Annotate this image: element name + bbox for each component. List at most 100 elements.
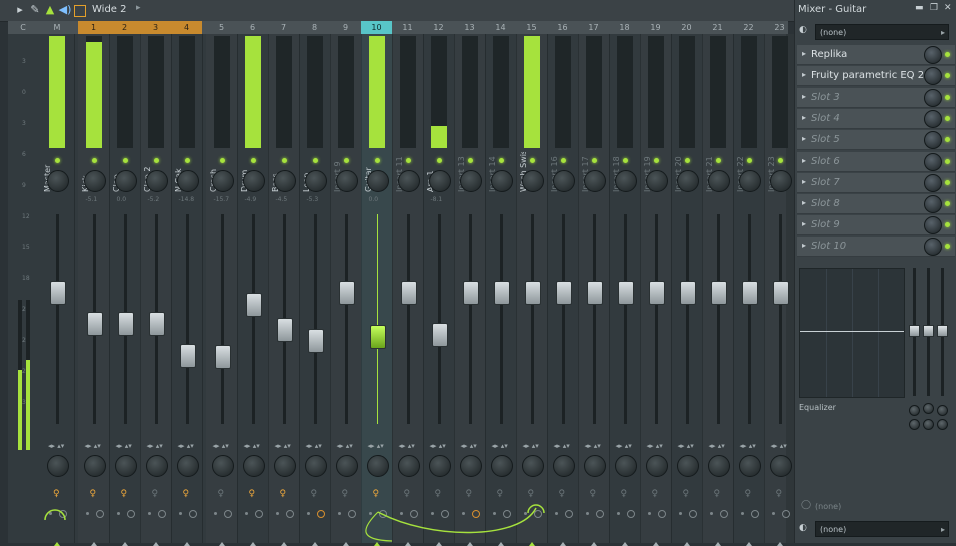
audio-output-select[interactable]: (none) ▸ <box>815 521 949 537</box>
channel-enable-led[interactable] <box>436 158 442 163</box>
mixer-strip-insert-16[interactable]: Insert 16◂▸ ▴▾♀ <box>547 34 579 546</box>
fx-bulb-icon[interactable]: ♀ <box>435 489 442 499</box>
track-number-10[interactable]: 10 <box>361 21 392 34</box>
channel-enable-led[interactable] <box>684 158 690 163</box>
pan-knob[interactable] <box>176 170 199 192</box>
record-ring-icon[interactable] <box>564 510 573 518</box>
fx-bulb-icon[interactable]: ♀ <box>249 489 256 499</box>
stereo-separation-arrows-icon[interactable]: ◂▸ ▴▾ <box>492 442 508 450</box>
channel-enable-led[interactable] <box>153 158 159 163</box>
record-ring-icon[interactable] <box>347 510 356 518</box>
fx-bulb-icon[interactable]: ♀ <box>53 489 60 499</box>
stereo-knob[interactable] <box>707 455 730 477</box>
stereo-separation-arrows-icon[interactable]: ◂▸ ▴▾ <box>178 442 194 450</box>
volume-fader[interactable] <box>431 323 448 348</box>
track-number-23[interactable]: 23 <box>764 21 795 34</box>
minimize-icon[interactable]: ▬ <box>915 3 924 13</box>
stereo-knob[interactable] <box>176 455 199 477</box>
record-ring-icon[interactable] <box>471 510 480 518</box>
slot-enable-led[interactable] <box>945 52 950 57</box>
eq-freq-knob-1[interactable] <box>909 405 920 416</box>
mixer-strip-insert-20[interactable]: Insert 20◂▸ ▴▾♀ <box>671 34 703 546</box>
pan-knob[interactable] <box>47 170 69 192</box>
track-number-21[interactable]: 21 <box>702 21 733 34</box>
pan-knob[interactable] <box>428 170 451 192</box>
pan-knob[interactable] <box>738 170 761 192</box>
record-ring-icon[interactable] <box>254 510 263 518</box>
mixer-strip-arp-1[interactable]: Arp 1-8.1◂▸ ▴▾♀ <box>423 34 455 546</box>
pan-knob[interactable] <box>273 170 296 192</box>
track-number-M[interactable]: M <box>40 21 74 34</box>
stereo-knob[interactable] <box>645 455 668 477</box>
record-ring-icon[interactable] <box>95 510 104 518</box>
volume-fader[interactable] <box>772 281 789 306</box>
track-number-18[interactable]: 18 <box>609 21 640 34</box>
mixer-strip-insert-11[interactable]: Insert 11◂▸ ▴▾♀ <box>392 34 424 546</box>
stereo-separation-arrows-icon[interactable]: ◂▸ ▴▾ <box>368 442 384 450</box>
channel-enable-led[interactable] <box>374 158 380 163</box>
pan-knob[interactable] <box>459 170 482 192</box>
slot-menu-icon[interactable]: ▸ <box>802 156 806 165</box>
record-ring-icon[interactable] <box>750 510 759 518</box>
channel-enable-led[interactable] <box>560 158 566 163</box>
swap-dot-icon[interactable] <box>647 512 651 515</box>
record-ring-icon[interactable] <box>533 510 542 518</box>
slot-enable-led[interactable] <box>945 137 950 143</box>
record-ring-icon[interactable] <box>719 510 728 518</box>
fx-bulb-icon[interactable]: ♀ <box>342 489 349 499</box>
channel-enable-led[interactable] <box>91 158 97 163</box>
effect-slot-7[interactable]: ▸ Slot 7 <box>797 172 955 193</box>
record-ring-icon[interactable] <box>502 510 511 518</box>
stereo-knob[interactable] <box>47 455 69 477</box>
slot-mix-knob[interactable] <box>924 152 942 171</box>
eq-freq-knob-2[interactable] <box>923 403 934 414</box>
volume-fader[interactable] <box>245 293 262 317</box>
stereo-knob[interactable] <box>459 455 482 477</box>
fx-bulb-icon[interactable]: ♀ <box>559 489 566 499</box>
stereo-knob[interactable] <box>583 455 606 477</box>
channel-enable-led[interactable] <box>343 158 349 163</box>
speaker-icon[interactable]: ◀) <box>58 3 72 17</box>
stereo-separation-arrows-icon[interactable]: ◂▸ ▴▾ <box>678 442 694 450</box>
slot-enable-led[interactable] <box>945 73 950 79</box>
layout-dropdown-icon[interactable]: ▸ <box>136 3 141 13</box>
play-menu-icon[interactable]: ▸ <box>13 3 27 17</box>
fx-bulb-icon[interactable]: ♀ <box>90 489 97 499</box>
volume-fader[interactable] <box>179 343 196 368</box>
slot-mix-knob[interactable] <box>924 88 942 107</box>
swap-dot-icon[interactable] <box>461 512 465 515</box>
mixer-strip-bass[interactable]: Bass-4.5◂▸ ▴▾♀ <box>268 34 300 546</box>
track-number-17[interactable]: 17 <box>578 21 609 34</box>
slot-menu-icon[interactable]: ▸ <box>802 241 806 250</box>
track-number-6[interactable]: 6 <box>237 21 268 34</box>
volume-fader[interactable] <box>493 281 510 306</box>
slot-enable-led[interactable] <box>945 243 950 249</box>
track-number-C[interactable]: C <box>8 21 38 34</box>
swap-dot-icon[interactable] <box>337 512 341 515</box>
stereo-separation-arrows-icon[interactable]: ◂▸ ▴▾ <box>771 442 787 450</box>
output-none-label[interactable]: (none) <box>815 502 841 511</box>
stereo-separation-arrows-icon[interactable]: ◂▸ ▴▾ <box>213 442 229 450</box>
track-number-8[interactable]: 8 <box>299 21 330 34</box>
mixer-strip-guitar[interactable]: Guitar0.0◂▸ ▴▾♀ <box>361 34 393 546</box>
slot-mix-knob[interactable] <box>924 67 942 86</box>
effect-slot-1[interactable]: ▸ Replika <box>797 45 955 65</box>
stereo-separation-arrows-icon[interactable]: ◂▸ ▴▾ <box>306 442 322 450</box>
swap-dot-icon[interactable] <box>244 512 248 515</box>
channel-enable-led[interactable] <box>219 158 225 163</box>
stereo-separation-arrows-icon[interactable]: ◂▸ ▴▾ <box>399 442 415 450</box>
track-number-4[interactable]: 4 <box>171 21 202 34</box>
slot-mix-knob[interactable] <box>924 109 942 128</box>
record-ring-icon[interactable] <box>688 510 697 518</box>
record-ring-icon[interactable] <box>378 510 387 518</box>
track-number-9[interactable]: 9 <box>330 21 361 34</box>
effect-slot-9[interactable]: ▸ Slot 9 <box>797 215 955 236</box>
stereo-separation-arrows-icon[interactable]: ◂▸ ▴▾ <box>85 442 101 450</box>
volume-fader[interactable] <box>555 281 572 306</box>
eq-display[interactable] <box>799 268 905 398</box>
pan-knob[interactable] <box>83 170 106 192</box>
swap-dot-icon[interactable] <box>399 512 403 515</box>
track-number-16[interactable]: 16 <box>547 21 578 34</box>
channel-enable-led[interactable] <box>498 158 504 163</box>
fx-bulb-icon[interactable]: ♀ <box>652 489 659 499</box>
